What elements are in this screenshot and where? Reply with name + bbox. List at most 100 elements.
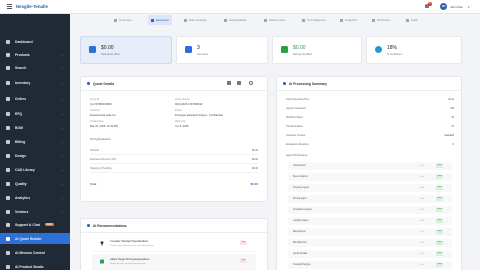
tab-sustainability[interactable]: Sustainability — [224, 15, 247, 25]
agent-time: 2.8s — [420, 186, 424, 189]
sidebar-item-support-chat[interactable]: Support & Chat NEW — [0, 219, 70, 230]
status-badge: done — [436, 252, 444, 256]
user-name[interactable]: John Doe — [450, 5, 463, 9]
agent-row[interactable]: Compliance Agent 4.1s done — [288, 206, 452, 214]
savings-icon — [281, 46, 288, 53]
tab-technical[interactable]: Technical — [372, 15, 390, 25]
agent-row[interactable]: Logistics Agent 3.3s done — [288, 217, 452, 225]
sidebar-item-products[interactable]: Products › — [0, 49, 70, 60]
print-icon[interactable] — [227, 81, 231, 85]
code-icon — [372, 18, 375, 22]
summary-label: Total Processing Time — [286, 98, 310, 101]
summary-label: Escalations Required — [286, 143, 309, 146]
stat-value: 18% — [387, 45, 398, 51]
panel-header: AI Recommendations — [81, 219, 267, 233]
agent-row[interactable]: Spec Analyzer 4.5s done — [288, 173, 452, 181]
ai-icon — [302, 18, 305, 22]
sidebar-item-ai-mission-control[interactable]: AI Mission Control — [0, 247, 70, 258]
chevron-right-icon: › — [62, 139, 63, 144]
chevron-right-icon: › — [62, 167, 63, 172]
recommendation-item[interactable]: Consider Standard Specifications Custom … — [92, 236, 256, 252]
agent-time: 1.5s — [420, 263, 424, 266]
section-title: Agent Performance — [286, 154, 308, 157]
agent-name: Pricing Agent — [293, 197, 307, 200]
sidebar-item-billing[interactable]: Billing › — [0, 136, 70, 147]
recommendation-item[interactable]: Adjust Target Pricing Expectations Marke… — [92, 254, 256, 270]
line-label: Subtotal — [90, 149, 99, 152]
sidebar-item-bom[interactable]: BOM › — [0, 122, 70, 133]
sidebar-item-label: CAD Library — [15, 167, 35, 172]
sidebar-item-orders[interactable]: Orders › — [0, 93, 70, 104]
tab-market-intel[interactable]: Market Intel — [264, 15, 285, 25]
field-value: Q-1747983192683 — [90, 103, 112, 106]
robot-icon — [283, 82, 286, 85]
summary-row: Total Processing Time 34.1s — [286, 96, 454, 104]
chat-icon — [6, 222, 10, 227]
agent-name: Logistics Agent — [293, 219, 309, 222]
tab-analytics[interactable]: Analytics — [340, 15, 357, 25]
field-label: Quote Number — [175, 99, 191, 101]
summary-row: Tool Executions 27 — [286, 123, 454, 131]
agent-name: Spec Analyzer — [293, 175, 308, 178]
sidebar-item-design[interactable]: Design › — [0, 150, 70, 161]
section-title: Pricing Breakdown — [90, 138, 111, 141]
sidebar-item-rfq[interactable]: RFQ › — [0, 108, 70, 119]
agent-row[interactable]: Bid Optimizer 4.6s done — [288, 239, 452, 247]
panel-header: Quote Details — [81, 77, 267, 91]
sidebar-item-cad-library[interactable]: CAD Library › — [0, 164, 70, 175]
notification-bell-icon[interactable]: 2 — [425, 2, 432, 9]
sidebar-item-label: AI Mission Control — [15, 250, 45, 255]
chevron-right-icon: › — [62, 153, 63, 158]
chevron-right-icon: › — [62, 65, 63, 70]
chart-icon — [6, 195, 10, 200]
priority-badge: high — [240, 241, 247, 245]
agent-time: 2.5s — [420, 252, 424, 255]
refresh-icon[interactable] — [249, 81, 253, 85]
audit-icon — [406, 18, 409, 22]
total-value: $0.00 — [250, 182, 258, 186]
agent-row[interactable]: Orchestrator 3.2s done — [288, 162, 452, 170]
sidebar-item-label: Dashboard — [15, 39, 33, 44]
tab-execution[interactable]: Execution — [148, 15, 173, 25]
sidebar-item-dashboard[interactable]: Dashboard — [0, 36, 70, 47]
cart-icon — [6, 96, 10, 101]
sidebar-item-quality[interactable]: Quality › — [0, 178, 70, 189]
download-icon[interactable] — [237, 81, 241, 85]
agent-row[interactable]: Inventory Agent 2.8s done — [288, 184, 452, 192]
chevron-down-icon[interactable]: ▾ — [468, 5, 470, 9]
agent-row[interactable]: Oversight Engine 1.5s done — [288, 261, 452, 269]
tab-audit[interactable]: Audit — [406, 15, 418, 25]
tab-overview[interactable]: Overview — [114, 15, 132, 25]
sidebar-item-label: Inventory — [15, 80, 31, 85]
agent-row[interactable]: Risk Analyst 3.7s done — [288, 228, 452, 236]
agent-name: Compliance Agent — [293, 208, 312, 211]
sidebar-item-ai-product-studio[interactable]: AI Product Studio — [0, 261, 70, 270]
sidebar-item-ai-quote-builder[interactable]: AI Quote Builder — [0, 233, 70, 244]
agent-time: 4.6s — [420, 241, 424, 244]
menu-icon[interactable] — [7, 4, 12, 9]
sidebar-item-inventory[interactable]: Inventory › — [0, 77, 70, 88]
agent-name: Bid Optimizer — [293, 241, 307, 244]
brand-name[interactable]: Nexgile-Tenalle — [16, 4, 48, 9]
summary-value: 27 — [451, 125, 454, 128]
agent-time: 4.5s — [420, 175, 424, 178]
sidebar-item-label: Search — [15, 65, 27, 70]
stat-card-ai-confidence: 18% AI Confidence — [366, 36, 462, 64]
stat-label: Total Quote Value — [101, 53, 120, 56]
quality-icon — [6, 181, 10, 186]
agent-row[interactable]: Quote Finalist 2.5s done — [288, 250, 452, 258]
recommendation-title: Consider Standard Specifications — [110, 240, 149, 243]
chevron-right-icon: › — [62, 80, 63, 85]
agent-row[interactable]: Pricing Agent 3.9s done — [288, 195, 452, 203]
avatar[interactable]: JD — [440, 3, 447, 10]
tab-ai-intelligence[interactable]: AI Intelligence — [302, 15, 326, 25]
sidebar-item-search[interactable]: Search › — [0, 62, 70, 73]
status-badge: done — [436, 197, 444, 201]
agent-name: Risk Analyst — [293, 230, 306, 233]
panel-header: AI Processing Summary — [277, 77, 461, 91]
sidebar-item-vendors[interactable]: Vendors › — [0, 206, 70, 217]
tab-risk-analysis[interactable]: Risk Analysis — [184, 15, 207, 25]
sidebar-item-analytics[interactable]: Analytics › — [0, 192, 70, 203]
sidebar-item-label: RFQ — [15, 111, 23, 116]
chevron-right-icon: › — [62, 52, 63, 57]
